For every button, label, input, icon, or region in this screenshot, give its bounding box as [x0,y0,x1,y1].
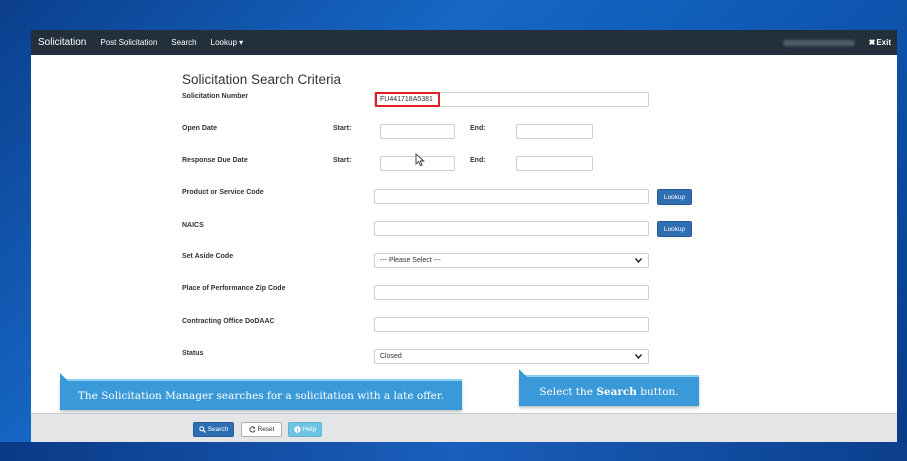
nav-post-solicitation[interactable]: Post Solicitation [93,38,164,47]
performance-zip-label: Place of Performance Zip Code [182,285,286,292]
performance-zip-input[interactable] [374,285,649,300]
reset-button-label: Reset [257,426,275,433]
naics-input[interactable] [374,221,649,236]
open-date-end-label: End: [470,125,486,132]
search-button[interactable]: Search [193,422,234,437]
callout-notch [60,373,68,381]
response-due-date-label: Response Due Date [182,157,248,164]
search-button-label: Search [207,426,229,433]
reset-button[interactable]: Reset [241,422,282,437]
callout-left-text: The Solicitation Manager searches for a … [77,389,445,402]
set-aside-code-value: --- Please Select --- [380,257,441,264]
refresh-icon [248,426,255,433]
open-date-end-input[interactable] [516,124,593,139]
form-footer: Search Reset Help [31,413,897,443]
nav-lookup-dropdown[interactable]: Lookup ▾ [204,38,250,47]
contracting-office-dodaac-label: Contracting Office DoDAAC [182,318,275,325]
open-date-start-input[interactable] [380,124,455,139]
exit-button[interactable]: ✖Exit [869,38,891,47]
solicitation-number-label: Solicitation Number [182,93,249,100]
callout-right-text: Select the Search button. [539,386,678,398]
desktop-background-strip [0,442,907,461]
open-date-label: Open Date [182,125,218,132]
response-due-end-input[interactable] [516,156,593,171]
mouse-pointer-icon [415,153,425,167]
status-value: Closed [380,353,402,360]
help-button-label: Help [302,426,317,433]
exit-label: Exit [876,38,891,47]
info-icon [294,426,301,433]
search-icon [198,426,206,433]
naics-lookup-button[interactable]: Lookup [657,221,692,237]
solicitation-number-value-highlight: FU441718A5381 [375,92,440,107]
set-aside-code-select[interactable]: --- Please Select --- [374,253,649,268]
top-navbar: Solicitation Post Solicitation Search Lo… [31,30,897,55]
status-label: Status [182,350,204,357]
callout-right-bold: Search [596,385,637,398]
user-name-redacted [782,39,855,46]
psc-input[interactable] [374,189,649,204]
instruction-callout-left: The Solicitation Manager searches for a … [60,373,462,410]
callout-right-prefix: Select the [539,385,597,398]
nav-brand[interactable]: Solicitation [31,37,93,48]
instruction-callout-right: Select the Search button. [519,369,699,406]
help-button[interactable]: Help [288,422,322,437]
close-icon: ✖ [868,38,876,47]
set-aside-code-label: Set Aside Code [182,253,234,260]
contracting-office-dodaac-input[interactable] [374,317,649,332]
search-form-panel: Solicitation Search Criteria Solicitatio… [31,55,897,413]
naics-label: NAICS [182,222,204,229]
psc-label: Product or Service Code [182,189,264,196]
chevron-down-icon [635,258,642,263]
psc-lookup-button[interactable]: Lookup [657,189,692,205]
chevron-down-icon [635,354,642,359]
nav-search[interactable]: Search [164,38,203,47]
open-date-start-label: Start: [333,125,352,132]
response-due-end-label: End: [470,157,486,164]
status-select[interactable]: Closed [374,349,649,364]
callout-notch [519,369,527,377]
page-title: Solicitation Search Criteria [182,72,342,87]
response-due-start-label: Start: [333,157,352,164]
callout-right-suffix: button. [636,385,679,398]
